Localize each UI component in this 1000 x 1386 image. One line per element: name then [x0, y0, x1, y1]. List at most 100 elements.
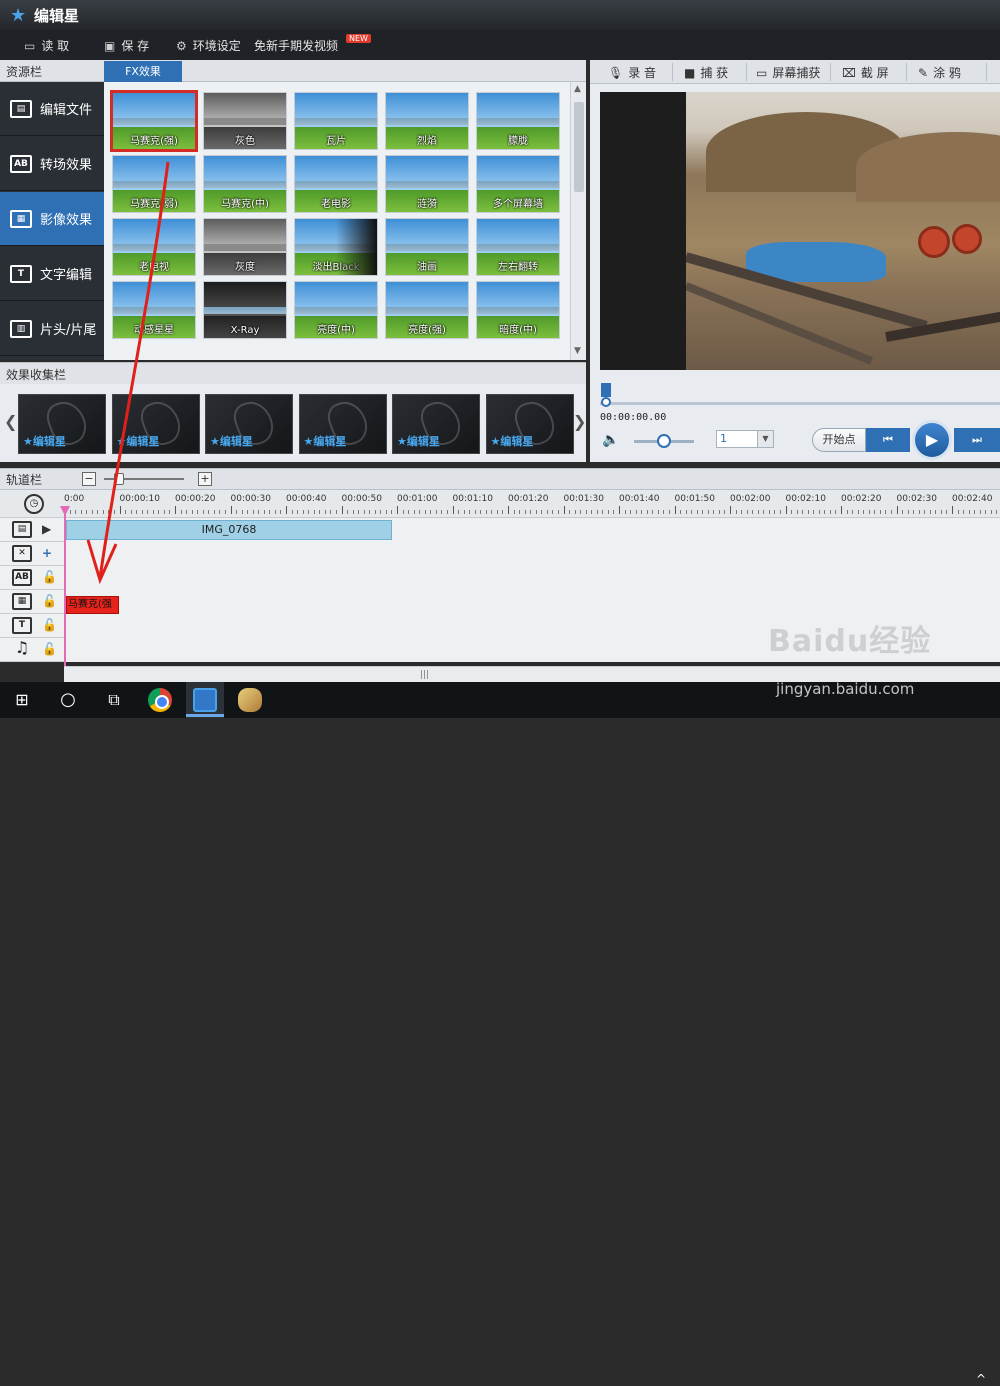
effect-thumbnail[interactable]: 朦胧	[476, 92, 560, 150]
track-lane[interactable]	[64, 566, 1000, 590]
taskbar-editor-slot[interactable]	[186, 682, 224, 718]
ruler-minor-tick	[707, 510, 709, 514]
effect-thumbnail[interactable]: 左右翻转	[476, 218, 560, 276]
save-button[interactable]: ▣ 保 存	[104, 37, 149, 54]
effect-thumbnail[interactable]: 淡出Black	[294, 218, 378, 276]
play-button[interactable]: ▶	[912, 420, 952, 460]
ruler-minor-tick	[863, 510, 865, 514]
zoom-out-button[interactable]: −	[82, 472, 96, 486]
ruler-minor-tick	[713, 510, 715, 514]
rewind-button[interactable]: ⏮	[866, 428, 910, 452]
add-track-icon[interactable]: +	[42, 546, 52, 560]
collection-item[interactable]: ★编辑星	[298, 394, 387, 454]
windows-start-icon[interactable]: ⊞	[10, 688, 34, 712]
sidebar-item-transition[interactable]: AB 转场效果	[0, 137, 104, 191]
collection-prev-icon[interactable]: ❮	[4, 412, 17, 431]
ruler-minor-tick	[197, 510, 199, 514]
collection-item[interactable]: ★编辑星	[18, 394, 106, 454]
effect-thumbnail[interactable]: 亮度(中)	[294, 281, 378, 339]
scroll-thumb[interactable]	[574, 102, 584, 192]
collection-item[interactable]: ★编辑星	[392, 394, 480, 454]
open-button[interactable]: ▭ 读 取	[24, 37, 69, 54]
sidebar-item-text-edit[interactable]: T 文字编辑	[0, 247, 104, 301]
ruler-minor-tick	[924, 510, 926, 514]
effect-thumbnail[interactable]: 油画	[385, 218, 469, 276]
screenshot-button[interactable]: ⌧ 截 屏	[842, 64, 889, 81]
ruler-minor-tick	[485, 510, 487, 514]
scroll-down-icon[interactable]: ▼	[574, 346, 581, 356]
lock-icon[interactable]: 🔓	[42, 594, 57, 608]
collection-next-icon[interactable]: ❯	[573, 412, 586, 431]
sidebar-item-titles[interactable]: ▥ 片头/片尾	[0, 302, 104, 356]
screen-capture-label: 屏幕捕获	[772, 66, 821, 80]
playhead-marker[interactable]	[60, 506, 70, 516]
playhead[interactable]	[64, 506, 66, 682]
effect-thumbnail[interactable]: X-Ray	[203, 281, 287, 339]
effect-thumbnail[interactable]: 灰度	[203, 218, 287, 276]
sidebar-item-edit-file[interactable]: ▤ 编辑文件	[0, 82, 104, 136]
ruler-minor-tick	[513, 510, 515, 514]
effect-thumbnail[interactable]: 马赛克(强)	[110, 90, 198, 152]
zoom-in-button[interactable]: +	[198, 472, 212, 486]
effect-thumbnail[interactable]: 亮度(强)	[385, 281, 469, 339]
ruler-minor-tick	[663, 510, 665, 514]
menu-bar: ▭ 读 取 ▣ 保 存 ⚙ 环境设定 免新手期发视频 NEW	[0, 30, 1000, 60]
effect-thumbnail[interactable]: 烈焰	[385, 92, 469, 150]
effect-thumbnail[interactable]: 瓦片	[294, 92, 378, 150]
paint-icon[interactable]	[238, 688, 262, 712]
search-icon[interactable]: ○	[56, 688, 80, 712]
effect-thumbnail[interactable]: 马赛克(中)	[203, 155, 287, 213]
effect-thumbnail[interactable]: 涟漪	[385, 155, 469, 213]
effect-thumbnail[interactable]: 动感星星	[112, 281, 196, 339]
video-clip[interactable]: IMG_0768	[66, 520, 392, 540]
chevron-down-icon[interactable]: ▼	[757, 431, 773, 447]
fast-forward-button[interactable]: ⏭	[954, 428, 1000, 452]
effect-clip[interactable]: 马赛克(强	[66, 596, 119, 614]
tray-chevron-icon[interactable]: ^	[976, 1372, 986, 1386]
lock-icon[interactable]: 🔓	[42, 642, 57, 656]
play-track-icon[interactable]: ▶	[42, 522, 51, 536]
lock-icon[interactable]: 🔓	[42, 618, 57, 632]
ruler-minor-tick	[874, 510, 876, 514]
seek-bar[interactable]	[600, 402, 1000, 405]
effect-thumbnail[interactable]: 老电影	[294, 155, 378, 213]
collection-item[interactable]: ★编辑星	[485, 394, 574, 454]
lock-icon[interactable]: 🔓	[42, 570, 57, 584]
track-lane[interactable]	[64, 542, 1000, 566]
volume-knob[interactable]	[657, 434, 671, 448]
start-point-button[interactable]: 开始点	[812, 428, 866, 452]
effect-thumbnail[interactable]: 老电视	[112, 218, 196, 276]
tab-fx-effects[interactable]: FX效果	[104, 61, 182, 82]
watermark-url: jingyan.baidu.com	[776, 680, 915, 698]
chrome-icon[interactable]	[148, 688, 172, 712]
ruler-minor-tick	[391, 510, 393, 514]
effect-collection: ❮ ❯ ★编辑星 ★编辑星 ★编辑星 ★编辑星 ★编辑星 ★编辑星	[0, 384, 586, 462]
effect-thumbnail[interactable]: 暗度(中)	[476, 281, 560, 339]
track-lane[interactable]	[64, 590, 1000, 614]
ruler-minor-tick	[363, 510, 365, 514]
effect-thumbnail[interactable]: 马赛克(弱)	[112, 155, 196, 213]
promo-link[interactable]: 免新手期发视频	[254, 37, 338, 54]
video-editor-icon[interactable]	[193, 688, 217, 712]
scroll-grip-icon[interactable]: |||	[420, 670, 429, 680]
zoom-knob[interactable]	[114, 473, 124, 485]
speed-select[interactable]: 1 ▼	[716, 430, 774, 448]
settings-button[interactable]: ⚙ 环境设定	[176, 37, 241, 54]
sidebar-item-image-effect[interactable]: ▦ 影像效果	[0, 192, 104, 246]
task-view-icon[interactable]: ⧉	[102, 688, 126, 712]
fx-scrollbar[interactable]: ▲ ▼	[570, 82, 586, 360]
volume-icon[interactable]: 🔈	[602, 432, 619, 448]
play-icon: ▶	[925, 430, 939, 449]
effect-thumbnail[interactable]: 灰色	[203, 92, 287, 150]
ruler-minor-tick	[607, 510, 609, 514]
doodle-button[interactable]: ✎ 涂 鸦	[918, 64, 961, 81]
capture-button[interactable]: ■ 捕 获	[684, 64, 728, 81]
collection-item[interactable]: ★编辑星	[205, 394, 293, 454]
scroll-up-icon[interactable]: ▲	[574, 84, 581, 94]
collection-item[interactable]: ★编辑星	[111, 394, 200, 454]
effect-label: 亮度(强)	[408, 325, 446, 336]
effect-thumbnail[interactable]: 多个屏幕墙	[476, 155, 560, 213]
seek-handle[interactable]	[600, 383, 612, 407]
screen-capture-button[interactable]: ▭ 屏幕捕获	[756, 64, 820, 81]
record-audio-button[interactable]: 🎙 录 音	[608, 64, 656, 81]
